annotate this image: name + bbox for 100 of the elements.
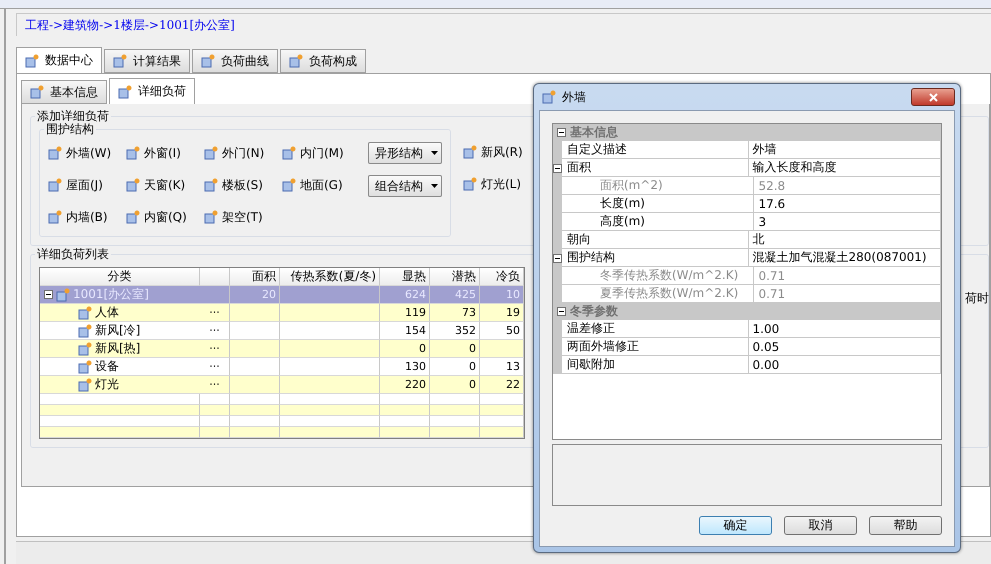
table-cell: 425 [430, 286, 480, 304]
dropdown-button[interactable]: 异形结构 [368, 142, 442, 164]
toolbar-item[interactable]: 屋面(J) [48, 174, 126, 196]
tile-icon [204, 146, 218, 160]
dialog-button[interactable]: 帮助 [869, 516, 942, 535]
toolbar-item[interactable]: 楼板(S) [204, 174, 282, 196]
tab[interactable]: 负荷构成 [280, 49, 366, 73]
collapse-icon[interactable] [557, 128, 566, 137]
breadcrumb[interactable]: 工程->建筑物->1楼层->1001[办公室] [25, 16, 235, 34]
table-cell[interactable] [200, 286, 230, 304]
table-cell: 220 [380, 376, 430, 394]
property-value[interactable]: 输入长度和高度 [748, 159, 942, 177]
table-cell: 0 [430, 358, 480, 376]
dialog-button[interactable]: 取消 [784, 516, 857, 535]
table-cell [480, 405, 524, 416]
table-cell [230, 322, 280, 340]
table-cell [380, 405, 430, 416]
table-cell [380, 427, 430, 438]
collapse-icon[interactable] [44, 290, 53, 299]
toolbar-item[interactable]: 外窗(I) [126, 142, 204, 164]
property-value[interactable]: 0.05 [748, 338, 942, 356]
tile-icon [78, 378, 92, 392]
table-cell[interactable]: ··· [200, 358, 230, 376]
toolbar-item[interactable]: 架空(T) [204, 206, 282, 228]
tile-icon [78, 342, 92, 356]
table-cell[interactable]: ··· [200, 340, 230, 358]
toolbar-item[interactable]: 新风(R) [463, 141, 523, 163]
tile-icon [113, 54, 127, 68]
tile-icon [542, 90, 556, 104]
table-cell [480, 340, 524, 358]
toolbar-item[interactable]: 内墙(B) [48, 206, 126, 228]
collapse-icon[interactable] [557, 307, 566, 316]
tab[interactable]: 基本信息 [21, 80, 107, 104]
table-row[interactable]: 新风[冷] ··· 154 352 50 [40, 322, 524, 340]
tab[interactable]: 详细负荷 [109, 78, 195, 104]
table-cell [200, 394, 230, 405]
table-cell [230, 376, 280, 394]
column-header[interactable]: 面积 [230, 268, 280, 286]
dropdown-button[interactable]: 组合结构 [368, 175, 442, 197]
column-header[interactable]: 分类 [40, 268, 200, 286]
tab[interactable]: 负荷曲线 [192, 49, 278, 73]
column-header[interactable]: 潜热 [430, 268, 480, 286]
property-value[interactable]: 1.00 [748, 320, 942, 338]
toolbar-item[interactable]: 外墙(W) [48, 142, 126, 164]
tab[interactable]: 数据中心 [16, 47, 102, 73]
tile-icon [126, 146, 140, 160]
property-value[interactable]: 混凝土加气混凝土280(087001) [748, 249, 942, 267]
table-cell[interactable]: ··· [200, 322, 230, 340]
table-cell [230, 394, 280, 405]
property-value[interactable]: 外墙 [748, 141, 942, 159]
column-header[interactable]: 显热 [380, 268, 430, 286]
toolbar-item[interactable]: 内门(M) [282, 142, 360, 164]
table-cell: 624 [380, 286, 430, 304]
tree-label: 人体 [95, 304, 119, 321]
toolbar-item[interactable]: 灯光(L) [463, 173, 523, 195]
tile-icon [48, 146, 62, 160]
column-header[interactable]: 冷负 [480, 268, 524, 286]
tab[interactable]: 计算结果 [104, 49, 190, 73]
property-value[interactable]: 0.00 [748, 356, 942, 374]
table-cell: 19 [480, 304, 524, 322]
tile-icon [78, 324, 92, 338]
property-label: 高度(m) [562, 213, 754, 231]
tile-icon [282, 178, 296, 192]
property-label: 围护结构 [562, 249, 748, 267]
table-row[interactable]: 灯光 ··· 220 0 22 [40, 376, 524, 394]
table-cell[interactable]: ··· [200, 376, 230, 394]
table-cell [230, 304, 280, 322]
table-cell[interactable]: ··· [200, 304, 230, 322]
property-label: 两面外墙修正 [562, 338, 748, 356]
table-cell [430, 427, 480, 438]
tile-icon [204, 178, 218, 192]
table-row[interactable]: 人体 ··· 119 73 19 [40, 304, 524, 322]
close-icon [928, 92, 938, 102]
dialog-button[interactable]: 确定 [699, 516, 772, 535]
table-cell [230, 427, 280, 438]
table-row[interactable]: 设备 ··· 130 0 13 [40, 358, 524, 376]
caret-icon [431, 151, 438, 155]
tile-icon [48, 178, 62, 192]
table-cell [230, 405, 280, 416]
property-label: 自定义描述 [562, 141, 748, 159]
toolbar-item[interactable]: 内窗(Q) [126, 206, 204, 228]
table-cell: 0 [430, 340, 480, 358]
table-cell: 0 [430, 376, 480, 394]
collapse-icon[interactable] [553, 254, 562, 262]
toolbar-item[interactable]: 外门(N) [204, 142, 282, 164]
table-row[interactable]: 新风[热] ··· 0 0 [40, 340, 524, 358]
property-value[interactable]: 3 [754, 213, 942, 231]
table-cell: 73 [430, 304, 480, 322]
toolbar-item[interactable]: 天窗(K) [126, 174, 204, 196]
collapse-icon[interactable] [553, 164, 562, 172]
close-button[interactable] [911, 88, 955, 106]
table-cell [200, 427, 230, 438]
column-header[interactable]: 荷时 [965, 290, 989, 307]
column-header[interactable]: 传热系数(夏/冬) [280, 268, 380, 286]
property-value[interactable]: 17.6 [754, 195, 942, 213]
tile-icon [126, 178, 140, 192]
group-title: 围护结构 [44, 121, 96, 138]
toolbar-item[interactable]: 地面(G) [282, 174, 360, 196]
tile-icon [463, 145, 477, 159]
property-value[interactable]: 北 [748, 231, 942, 249]
